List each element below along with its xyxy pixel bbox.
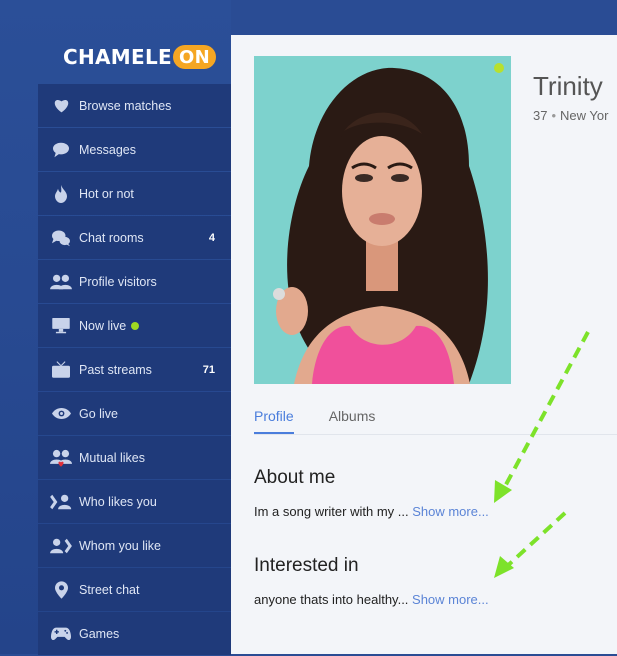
sidebar-item-label: Now live: [79, 318, 127, 333]
sidebar-item-whom-you-like[interactable]: Whom you like: [38, 524, 231, 567]
sidebar-item-label: Go live: [79, 406, 118, 421]
sidebar-item-label: Hot or not: [79, 186, 134, 201]
interested-in-show-more-link[interactable]: Show more...: [412, 592, 489, 607]
profile-location: New Yor: [560, 108, 609, 123]
sidebar-item-label: Past streams: [79, 362, 152, 377]
profile-name: Trinity: [533, 71, 603, 101]
past-streams-count: 71: [202, 363, 215, 376]
sidebar-item-now-live[interactable]: Now live: [38, 304, 231, 347]
annotation-arrow-about: [500, 331, 590, 493]
about-me-snippet: Im a song writer with my ...: [254, 504, 413, 519]
tab-albums[interactable]: Albums: [329, 408, 376, 435]
sidebar-nav: Browse matches Messages Hot or not Chat …: [38, 84, 231, 656]
sidebar-item-label: Profile visitors: [79, 274, 157, 289]
sidebar-item-label: Games: [79, 626, 120, 641]
profile-photo[interactable]: [254, 56, 511, 384]
sidebar-item-past-streams[interactable]: Past streams 71: [38, 348, 231, 391]
sidebar-item-label: Messages: [79, 142, 136, 157]
chat-bubble-icon: [50, 139, 72, 161]
profile-meta: 37 • New Yor: [533, 108, 608, 123]
sidebar-item-label: Whom you like: [79, 538, 161, 553]
logo-text: CHAMELE: [63, 45, 172, 69]
sidebar-item-label: Who likes you: [79, 494, 157, 509]
chat-rooms-icon: [50, 227, 72, 249]
tab-profile[interactable]: Profile: [254, 408, 294, 435]
gamepad-icon: [50, 623, 72, 645]
sidebar-item-messages[interactable]: Messages: [38, 128, 231, 171]
profile-photo-image: [254, 56, 511, 384]
interested-in-text: anyone thats into healthy... Show more..…: [254, 592, 489, 607]
who-likes-you-icon: [50, 491, 72, 513]
sidebar-item-label: Browse matches: [79, 98, 172, 113]
chat-rooms-count: 4: [208, 231, 215, 244]
visitors-icon: [50, 271, 72, 293]
logo-badge: ON: [172, 45, 216, 69]
live-indicator-dot: [131, 321, 140, 330]
sidebar-item-games[interactable]: Games: [38, 612, 231, 655]
annotation-arrows: [494, 331, 590, 578]
sidebar: CHAMELE ON Browse matches Messages Hot or…: [0, 0, 231, 656]
sidebar-item-label: Chat rooms: [79, 230, 144, 245]
annotation-arrow-interested: [502, 511, 567, 571]
sidebar-item-label: Mutual likes: [79, 450, 145, 465]
profile-tabs: Profile Albums: [254, 408, 410, 435]
logo[interactable]: CHAMELE ON: [63, 43, 216, 71]
interested-in-title: Interested in: [254, 555, 359, 576]
heart-icon: [50, 95, 72, 117]
about-me-show-more-link[interactable]: Show more...: [412, 504, 489, 519]
interested-in-snippet: anyone thats into healthy...: [254, 592, 413, 607]
meta-separator: •: [551, 108, 557, 123]
about-me-text: Im a song writer with my ... Show more..…: [254, 504, 489, 519]
eye-icon: [50, 403, 72, 425]
monitor-icon: [50, 315, 72, 337]
about-me-title: About me: [254, 467, 336, 488]
sidebar-item-label: Street chat: [79, 582, 140, 597]
tv-icon: [50, 359, 72, 381]
sidebar-item-street-chat[interactable]: Street chat: [38, 568, 231, 611]
sidebar-item-profile-visitors[interactable]: Profile visitors: [38, 260, 231, 303]
sidebar-item-chat-rooms[interactable]: Chat rooms 4: [38, 216, 231, 259]
sidebar-item-hot-or-not[interactable]: Hot or not: [38, 172, 231, 215]
map-pin-icon: [50, 579, 72, 601]
flame-icon: [50, 183, 72, 205]
sidebar-item-mutual-likes[interactable]: Mutual likes: [38, 436, 231, 479]
annotation-arrowhead-interested: [494, 556, 514, 578]
sidebar-item-who-likes-you[interactable]: Who likes you: [38, 480, 231, 523]
whom-you-like-icon: [50, 535, 72, 557]
mutual-likes-icon: [50, 447, 72, 469]
sidebar-item-browse-matches[interactable]: Browse matches: [38, 84, 231, 127]
sidebar-item-go-live[interactable]: Go live: [38, 392, 231, 435]
annotation-arrowhead-about: [494, 480, 512, 503]
profile-age: 37: [533, 108, 548, 123]
online-status-dot: [494, 63, 504, 73]
